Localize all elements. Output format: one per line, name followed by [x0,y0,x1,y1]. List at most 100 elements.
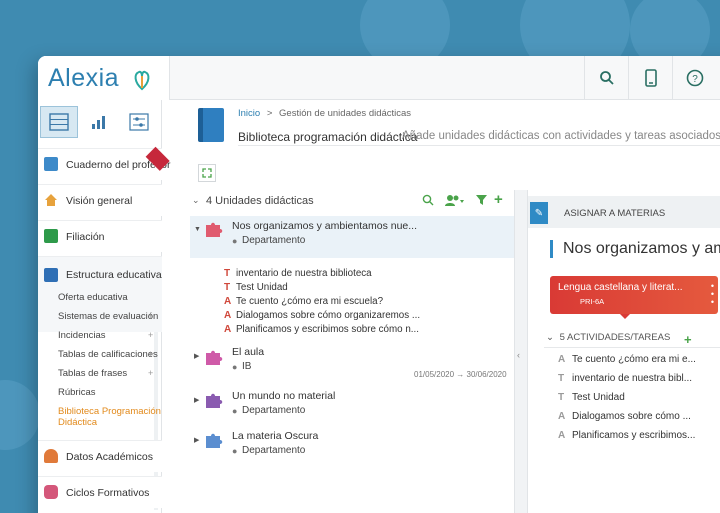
collapsed-arrow-icon[interactable]: ▶ [194,436,199,444]
id-card-icon [44,229,58,243]
svg-text:?: ? [692,74,698,85]
task-item[interactable]: A Dialogamos sobre cómo organizaremos ... [224,310,420,321]
submenu-rubricas[interactable]: Rúbricas [58,387,96,398]
expand-plus[interactable]: + [148,311,153,321]
activity-label: Test Unidad [572,392,625,403]
activity-type-icon: A [558,411,566,422]
sidebar-item-label: Ciclos Formativos [66,486,150,499]
unit-row[interactable]: ▶ La materia Oscura ● Departamento [190,426,514,462]
help-button[interactable]: ? [672,56,716,100]
collapsed-arrow-icon[interactable]: ▶ [194,396,199,404]
collapsed-arrow-icon[interactable]: ▶ [194,352,199,360]
graduation-icon [44,449,58,463]
submenu-sistemas[interactable]: Sistemas de evaluación [58,311,158,322]
activity-item[interactable]: A Te cuento ¿cómo era mi e... [558,354,696,365]
list-icon [49,113,69,131]
add-icon[interactable]: + [494,191,503,208]
activities-header[interactable]: ⌄ 5 ACTIVIDADES/TAREAS [546,332,670,343]
unit-row[interactable]: ▼ Nos organizamos y ambientamos nue... ●… [190,216,514,258]
breadcrumb-current: Gestión de unidades didácticas [279,108,412,119]
filter-icon[interactable] [476,194,487,206]
chevron-left-icon[interactable]: ‹ [517,350,520,360]
date-from: 01/05/2020 [414,370,455,379]
submenu-tablas-calificaciones[interactable]: Tablas de calificaciones [58,349,158,360]
activity-type-icon: A [558,354,566,365]
collapse-chevron-icon[interactable]: ⌄ [192,195,200,206]
more-options-icon[interactable]: • • • [711,282,714,307]
search-button[interactable] [584,56,628,100]
person-icon: ● [232,446,238,456]
tab-list[interactable] [40,106,78,138]
date-to: 30/06/2020 [466,370,507,379]
expanded-arrow-icon[interactable]: ▼ [194,226,201,233]
add-activity-icon[interactable]: + [684,332,692,347]
card-pointer [620,314,630,319]
help-icon: ? [686,69,703,87]
search-icon[interactable] [422,194,434,206]
submenu-tablas-frases[interactable]: Tablas de frases [58,368,127,379]
background-gear [0,380,40,450]
users-filter-icon[interactable] [444,194,466,206]
puzzle-icon [206,222,223,237]
expand-plus[interactable]: + [148,368,153,378]
materia-card[interactable]: Lengua castellana y literat... PRI-6A • •… [550,276,718,314]
sidebar-item-cuaderno[interactable]: Cuaderno del profesor [38,146,170,180]
logo-area[interactable]: Alexia [38,56,170,100]
task-type-icon: T [224,268,231,279]
divider [238,145,720,146]
task-label: inventario de nuestra biblioteca [236,268,372,279]
task-item[interactable]: A Te cuento ¿cómo era mi escuela? [224,296,383,307]
fullscreen-button[interactable] [198,164,216,182]
tab-chart[interactable] [80,106,118,138]
task-item[interactable]: A Planificamos y escribimos sobre cómo n.… [224,324,419,335]
activity-item[interactable]: T Test Unidad [558,392,625,403]
tab-sliders[interactable] [120,106,158,138]
unit-dept: Departamento [242,445,306,456]
breadcrumb-separator: > [266,108,273,119]
breadcrumb: Inicio > Gestión de unidades didácticas [238,108,411,119]
sidebar-tabs [38,106,162,142]
unidades-panel: ⌄ 4 Unidades didácticas + ▼ Nos organiza… [190,190,514,513]
expand-plus[interactable]: + [148,349,153,359]
task-label: Dialogamos sobre cómo organizaremos ... [236,310,421,321]
app-logo: Alexia [48,64,120,92]
search-icon [599,71,614,85]
breadcrumb-home[interactable]: Inicio [238,108,260,119]
unit-name: Un mundo no material [232,390,336,402]
top-bar: Alexia ? [38,56,720,100]
mobile-icon [644,69,657,87]
task-item[interactable]: T Test Unidad [224,282,288,293]
task-label: Te cuento ¿cómo era mi escuela? [236,296,384,307]
sidebar-item-vision[interactable]: Visión general [38,184,162,216]
task-type-icon: A [224,296,232,307]
submenu-oferta[interactable]: Oferta educativa [58,292,128,303]
collapse-chevron-icon: ⌄ [546,332,554,343]
activity-item[interactable]: A Planificamos y escribimos... [558,430,695,441]
task-item[interactable]: Tinventario de nuestra biblioteca [224,268,372,279]
chart-icon [92,116,105,129]
activity-item[interactable]: Tinventario de nuestra bibl... [558,373,692,384]
task-type-icon: A [224,324,232,335]
sidebar-item-label: Visión general [66,194,133,207]
submenu-biblioteca-line2[interactable]: Didáctica [58,417,97,428]
sidebar-item-datos[interactable]: Datos Académicos [38,440,162,472]
unit-name: La materia Oscura [232,430,319,442]
sidebar-item-filiacion[interactable]: Filiación [38,220,162,252]
book-icon [198,108,224,142]
asignar-bar[interactable]: ✎ ASIGNAR A MATERIAS [528,196,720,228]
unit-row[interactable]: ▶ Un mundo no material ● Departamento [190,386,514,422]
submenu-incidencias[interactable]: Incidencias [58,330,106,341]
sidebar-item-ciclos[interactable]: Ciclos Formativos [38,476,162,508]
mobile-button[interactable] [628,56,672,100]
activity-label: Dialogamos sobre cómo ... [572,411,691,422]
asignar-label: ASIGNAR A MATERIAS [564,208,666,219]
activity-item[interactable]: A Dialogamos sobre cómo ... [558,411,691,422]
expand-plus[interactable]: + [148,330,153,340]
submenu-biblioteca[interactable]: Biblioteca Programación [58,406,161,417]
task-label: Planificamos y escribimos sobre cómo n..… [236,324,419,335]
activity-type-icon: T [558,392,565,403]
unit-name: Nos organizamos y ambientamos nue... [232,220,418,232]
hand-icon [44,485,58,499]
panel-splitter[interactable]: ‹ [514,190,528,513]
unit-dept: Departamento [242,405,306,416]
